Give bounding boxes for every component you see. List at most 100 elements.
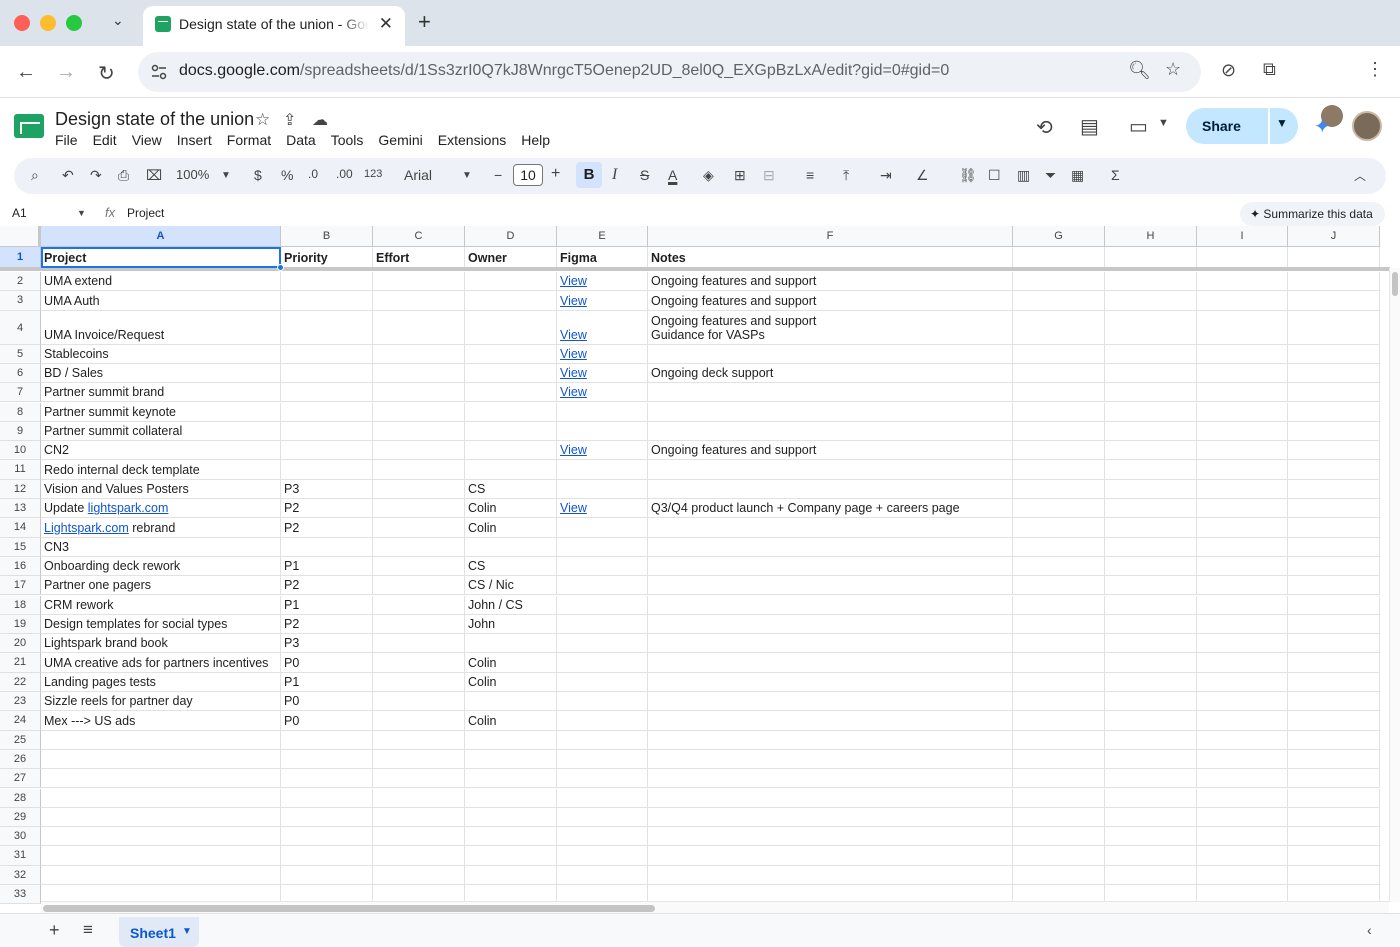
cell-b11[interactable]: [281, 460, 373, 480]
cell-b22[interactable]: P1: [281, 672, 373, 692]
cell-h15[interactable]: [1105, 537, 1197, 557]
cell-e20[interactable]: [557, 634, 648, 654]
header-cell-e[interactable]: Figma: [557, 247, 648, 268]
cell-g12[interactable]: [1013, 479, 1105, 499]
cell-g11[interactable]: [1013, 460, 1105, 480]
cell-i12[interactable]: [1197, 479, 1288, 499]
cell-c14[interactable]: [373, 518, 465, 538]
cell-h12[interactable]: [1105, 479, 1197, 499]
cell-e29[interactable]: [557, 807, 648, 828]
cell-e8[interactable]: [557, 402, 648, 422]
row-header-6[interactable]: 6: [0, 363, 41, 384]
row-header-9[interactable]: 9: [0, 421, 41, 442]
row-header-15[interactable]: 15: [0, 537, 41, 557]
cell-h11[interactable]: [1105, 460, 1197, 480]
cell-f28[interactable]: [648, 788, 1013, 808]
bookmark-star-icon[interactable]: ☆: [1165, 59, 1181, 80]
cell-g26[interactable]: [1013, 749, 1105, 770]
cell-e15[interactable]: [557, 537, 648, 557]
cell-a18[interactable]: CRM rework: [41, 595, 281, 615]
cell-a31[interactable]: [41, 846, 281, 866]
cell-e16[interactable]: [557, 556, 648, 577]
cell-c11[interactable]: [373, 460, 465, 480]
cell-c29[interactable]: [373, 807, 465, 828]
zoom-select[interactable]: 100%: [176, 167, 209, 182]
cell-h28[interactable]: [1105, 788, 1197, 808]
cell-j4[interactable]: [1288, 310, 1380, 345]
cell-d17[interactable]: CS / Nic: [465, 576, 557, 596]
cell-a19[interactable]: Design templates for social types: [41, 614, 281, 635]
cell-d31[interactable]: [465, 846, 557, 866]
row-header-1[interactable]: 1: [0, 247, 41, 268]
zoom-chevron-down-icon[interactable]: ▼: [221, 170, 231, 181]
cell-j29[interactable]: [1288, 807, 1380, 828]
cell-e5[interactable]: View: [557, 344, 648, 364]
cell-f22[interactable]: [648, 672, 1013, 692]
cell-e22[interactable]: [557, 672, 648, 692]
header-cell-b[interactable]: Priority: [281, 247, 373, 268]
cell-f6[interactable]: Ongoing deck support: [648, 363, 1013, 384]
cell-h22[interactable]: [1105, 672, 1197, 692]
cell-j22[interactable]: [1288, 672, 1380, 692]
cell-d30[interactable]: [465, 827, 557, 847]
row-header-28[interactable]: 28: [0, 788, 41, 808]
cell-g17[interactable]: [1013, 576, 1105, 596]
cell-f12[interactable]: [648, 479, 1013, 499]
row-header-33[interactable]: 33: [0, 885, 41, 905]
cell-j15[interactable]: [1288, 537, 1380, 557]
cell-f7[interactable]: [648, 383, 1013, 403]
move-folder-icon[interactable]: ⇪: [283, 110, 296, 130]
figma-view-link[interactable]: View: [560, 347, 587, 361]
horizontal-scrollbar[interactable]: [41, 901, 1389, 913]
cell-g16[interactable]: [1013, 556, 1105, 577]
cell-b2[interactable]: [281, 272, 373, 292]
name-box[interactable]: A1: [12, 206, 27, 220]
cell-f20[interactable]: [648, 634, 1013, 654]
cell-j30[interactable]: [1288, 827, 1380, 847]
column-header-e[interactable]: E: [557, 226, 648, 247]
cell-e3[interactable]: View: [557, 291, 648, 311]
cell-b5[interactable]: [281, 344, 373, 364]
collapse-toolbar-chevron-icon[interactable]: ︿: [1354, 167, 1366, 184]
cell-e23[interactable]: [557, 692, 648, 712]
cell-i4[interactable]: [1197, 310, 1288, 345]
cell-i20[interactable]: [1197, 634, 1288, 654]
cell-b23[interactable]: P0: [281, 692, 373, 712]
cell-f13[interactable]: Q3/Q4 product launch + Company page + ca…: [648, 499, 1013, 519]
cell-g5[interactable]: [1013, 344, 1105, 364]
cell-g14[interactable]: [1013, 518, 1105, 538]
cell-a13[interactable]: Update lightspark.com: [41, 499, 281, 519]
vertical-scrollbar[interactable]: [1389, 268, 1400, 902]
cell-h2[interactable]: [1105, 272, 1197, 292]
cell-f10[interactable]: Ongoing features and support: [648, 441, 1013, 461]
row-header-30[interactable]: 30: [0, 827, 41, 847]
cell-f16[interactable]: [648, 556, 1013, 577]
cell-d22[interactable]: Colin: [465, 672, 557, 692]
cell-d14[interactable]: Colin: [465, 518, 557, 538]
summarize-data-button[interactable]: ✦ Summarize this data: [1240, 202, 1385, 226]
cell-f19[interactable]: [648, 614, 1013, 635]
cell-b3[interactable]: [281, 291, 373, 311]
row-header-14[interactable]: 14: [0, 518, 41, 538]
column-header-a[interactable]: A: [41, 226, 281, 247]
menu-insert[interactable]: Insert: [177, 132, 212, 150]
cell-j24[interactable]: [1288, 711, 1380, 731]
cell-f8[interactable]: [648, 402, 1013, 422]
cell-hyperlink[interactable]: lightspark.com: [88, 501, 169, 515]
cell-d5[interactable]: [465, 344, 557, 364]
cell-d19[interactable]: John: [465, 614, 557, 635]
cell-e11[interactable]: [557, 460, 648, 480]
document-title[interactable]: Design state of the union: [55, 109, 254, 130]
cell-c12[interactable]: [373, 479, 465, 499]
column-header-f[interactable]: F: [648, 226, 1013, 247]
paint-format-icon[interactable]: ⌧: [146, 167, 162, 184]
cell-h23[interactable]: [1105, 692, 1197, 712]
column-header-i[interactable]: I: [1197, 226, 1288, 247]
cell-h27[interactable]: [1105, 769, 1197, 789]
cell-h18[interactable]: [1105, 595, 1197, 615]
cell-b25[interactable]: [281, 730, 373, 750]
cell-j7[interactable]: [1288, 383, 1380, 403]
cell-c25[interactable]: [373, 730, 465, 750]
cell-d25[interactable]: [465, 730, 557, 750]
cell-g19[interactable]: [1013, 614, 1105, 635]
